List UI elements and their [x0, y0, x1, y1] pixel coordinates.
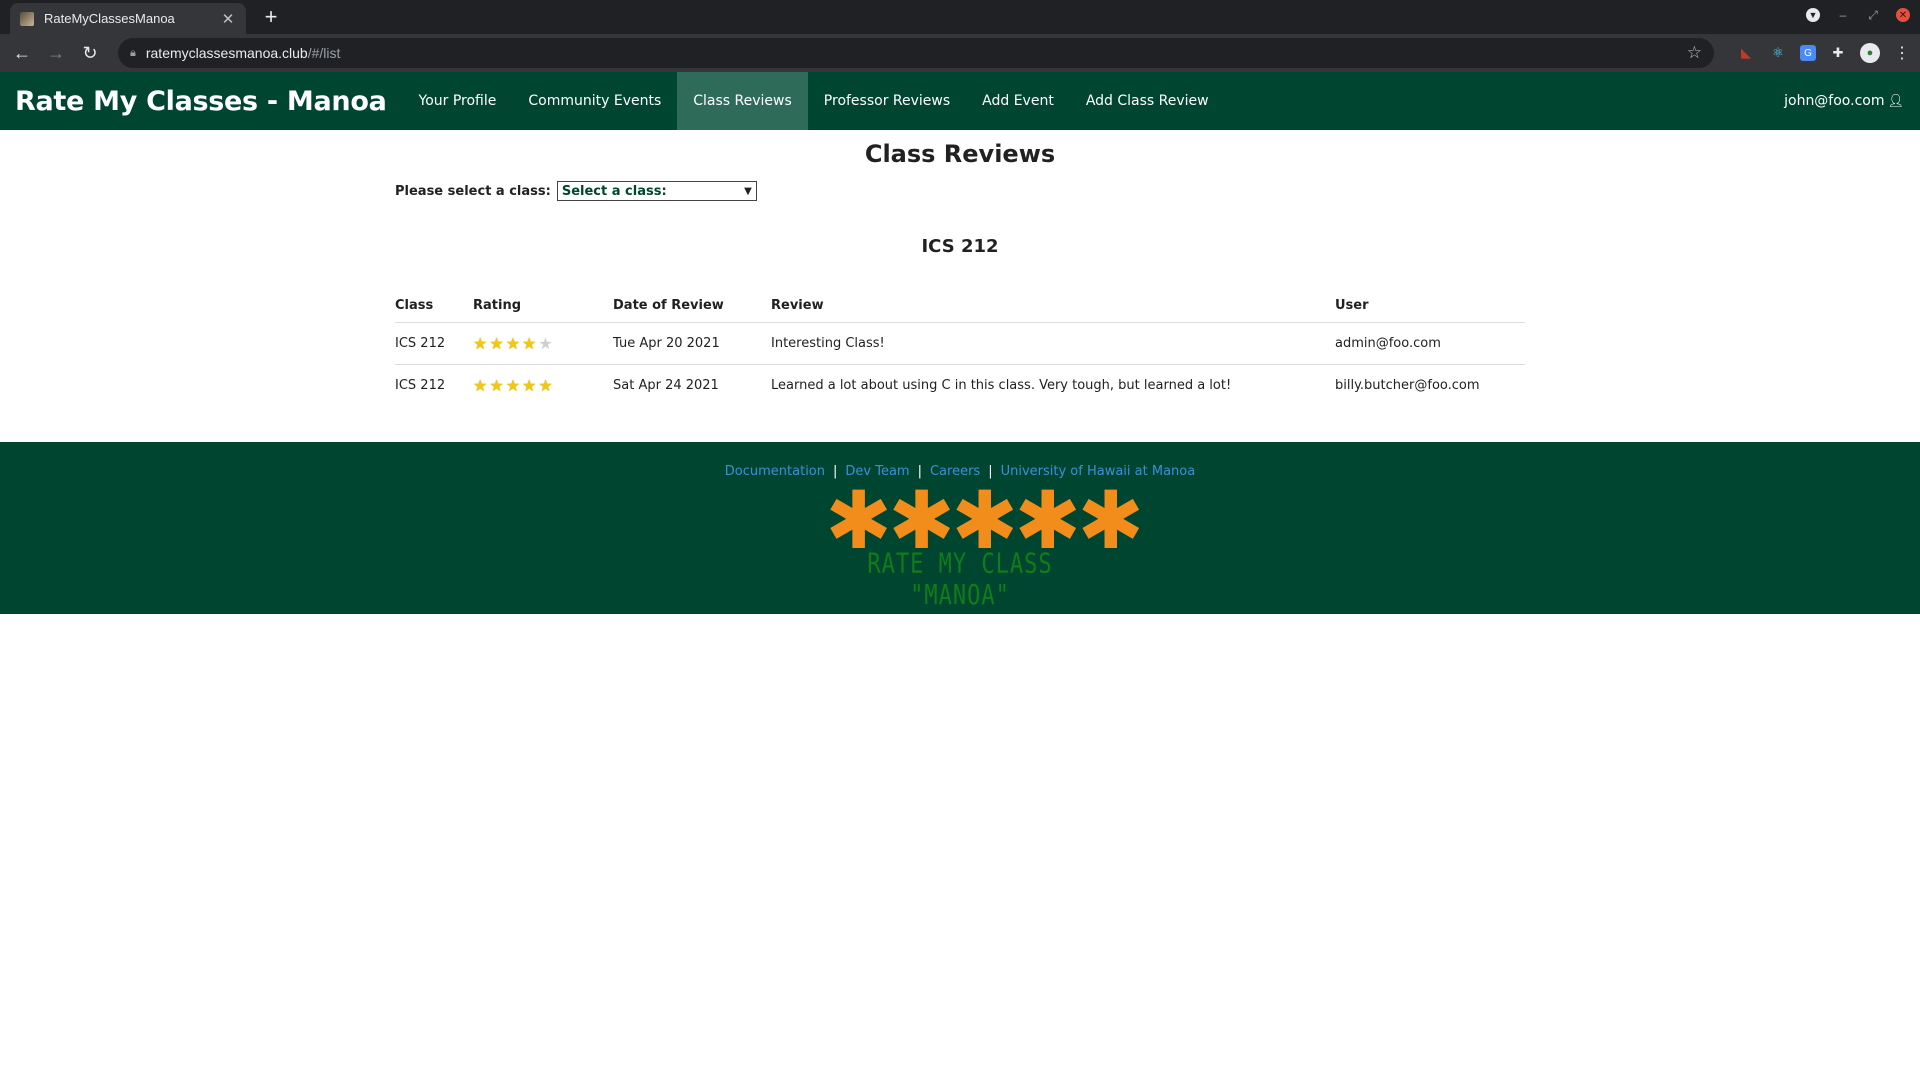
- browser-tab[interactable]: RateMyClassesManoa ✕: [10, 3, 246, 34]
- star-filled-icon: ★: [522, 333, 537, 353]
- logo-text: RATE MY CLASS "MANOA": [867, 548, 1053, 612]
- site-favicon-icon: [20, 11, 34, 26]
- tab-close-icon[interactable]: ✕: [220, 10, 236, 28]
- reload-icon[interactable]: ↻: [76, 39, 104, 67]
- rating-stars: ★ ★ ★ ★ ★: [473, 334, 553, 353]
- page-title: Class Reviews: [864, 140, 1056, 168]
- nav-add-class-review[interactable]: Add Class Review: [1070, 72, 1225, 130]
- nav-your-profile[interactable]: Your Profile: [403, 72, 513, 130]
- rating-stars: ★ ★ ★ ★ ★: [473, 376, 553, 395]
- cell-review: Learned a lot about using C in this clas…: [771, 377, 1232, 393]
- cell-class: ICS 212: [395, 377, 446, 393]
- back-icon[interactable]: ←: [8, 39, 36, 67]
- class-select-dropdown[interactable]: Select a class: ▼: [556, 181, 757, 201]
- star-filled-icon: ★: [489, 333, 504, 353]
- footer-link-documentation[interactable]: Documentation: [725, 464, 825, 479]
- star-filled-icon: ★: [489, 375, 504, 395]
- nav-professor-reviews[interactable]: Professor Reviews: [808, 72, 966, 130]
- cell-rating: ★ ★ ★ ★ ★: [473, 322, 613, 365]
- minimize-icon[interactable]: –: [1836, 8, 1850, 22]
- class-select-value: Select a class:: [561, 183, 667, 199]
- header-review: Review: [771, 294, 1335, 323]
- window-close-icon[interactable]: ✕: [1896, 8, 1910, 22]
- star-filled-icon: ★: [505, 375, 521, 395]
- extension-red-icon[interactable]: ◣: [1736, 43, 1756, 63]
- table-row: ICS 212 ★ ★ ★ ★ ★ Tue Apr 20 2021 Interestin…: [395, 322, 1525, 365]
- url-host: ratemyclassesmanoa.club: [145, 45, 308, 61]
- new-tab-icon[interactable]: +: [258, 4, 284, 30]
- header-date: Date of Review: [613, 294, 771, 323]
- extension-icons: ◣ ⚛ G ✚ ● ⋮: [1736, 43, 1912, 63]
- restore-icon[interactable]: ⤢: [1866, 8, 1880, 22]
- star-filled-icon: ★: [473, 375, 488, 395]
- star-filled-icon: ★: [522, 375, 537, 395]
- site-navbar: Rate My Classes - Manoa Your Profile Com…: [0, 72, 1920, 130]
- bookmark-star-icon[interactable]: ☆: [1687, 43, 1702, 63]
- main-content: Class Reviews Please select a class: Sel…: [395, 130, 1525, 406]
- react-devtools-icon[interactable]: ⚛: [1768, 43, 1788, 63]
- lock-icon[interactable]: 🔒︎: [130, 47, 136, 60]
- table-row: ICS 212 ★ ★ ★ ★ ★ Sat Apr 24 2021 Learned a …: [395, 364, 1525, 406]
- logo-asterisks-icon: ✱✱✱✱✱: [825, 474, 1144, 567]
- cell-user: billy.butcher@foo.com: [1335, 377, 1480, 393]
- nav-add-event[interactable]: Add Event: [966, 72, 1070, 130]
- tab-search-icon[interactable]: ▼: [1806, 8, 1820, 22]
- cell-user: admin@foo.com: [1335, 322, 1525, 365]
- translate-extension-icon[interactable]: G: [1800, 45, 1816, 61]
- cell-date: Tue Apr 20 2021: [613, 322, 771, 365]
- class-select-label: Please select a class:: [395, 183, 551, 199]
- user-icon: 👤︎: [1887, 93, 1904, 109]
- star-filled-icon: ★: [473, 333, 488, 353]
- cell-date: Sat Apr 24 2021: [613, 377, 719, 393]
- reviews-table: Class Rating Date of Review Review User …: [395, 294, 1525, 406]
- chevron-down-icon: ▼: [744, 185, 752, 197]
- tab-title: RateMyClassesManoa: [44, 11, 175, 26]
- star-filled-icon: ★: [538, 375, 553, 395]
- profile-avatar-icon[interactable]: ●: [1860, 43, 1880, 63]
- header-rating: Rating: [473, 294, 613, 323]
- cell-review: Interesting Class!: [771, 322, 1335, 365]
- site-brand[interactable]: Rate My Classes - Manoa: [15, 72, 387, 130]
- forward-icon[interactable]: →: [42, 39, 70, 67]
- url-path: /#/list: [307, 45, 341, 61]
- cell-rating: ★ ★ ★ ★ ★: [473, 364, 613, 406]
- address-bar[interactable]: 🔒︎ ratemyclassesmanoa.club /#/list ☆: [118, 38, 1714, 68]
- class-select-row: Please select a class: Select a class: ▼: [395, 180, 1525, 202]
- header-user: User: [1335, 294, 1525, 323]
- header-class: Class: [395, 294, 473, 323]
- star-filled-icon: ★: [505, 333, 521, 353]
- selected-class-title: ICS 212: [921, 236, 999, 257]
- nav-community-events[interactable]: Community Events: [512, 72, 677, 130]
- browser-tabstrip: RateMyClassesManoa ✕ + ▼ – ⤢ ✕: [0, 0, 1920, 34]
- footer-logo: ✱✱✱✱✱ RATE MY CLASS "MANOA": [825, 474, 1144, 612]
- browser-menu-icon[interactable]: ⋮: [1892, 43, 1912, 63]
- star-empty-icon: ★: [538, 333, 553, 353]
- extensions-puzzle-icon[interactable]: ✚: [1828, 43, 1848, 63]
- browser-toolbar: ← → ↻ 🔒︎ ratemyclassesmanoa.club /#/list…: [0, 34, 1920, 72]
- window-controls: ▼ – ⤢ ✕: [1806, 8, 1910, 22]
- user-email: john@foo.com: [1784, 93, 1885, 109]
- site-footer: Documentation | Dev Team | Careers | Universit…: [0, 442, 1920, 614]
- cell-class: ICS 212: [395, 322, 473, 365]
- table-header-row: Class Rating Date of Review Review User: [395, 294, 1525, 323]
- user-menu[interactable]: john@foo.com 👤︎: [1784, 72, 1920, 130]
- nav-class-reviews[interactable]: Class Reviews: [677, 72, 808, 130]
